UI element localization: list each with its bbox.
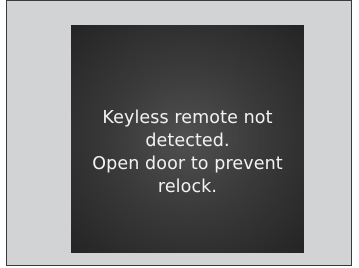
message-line-3: Open door to prevent	[92, 154, 283, 174]
illustration-frame: Keyless remote not detected. Open door t…	[6, 0, 352, 266]
warning-message: Keyless remote not detected. Open door t…	[92, 107, 282, 199]
message-line-2: detected.	[145, 131, 230, 151]
message-line-4: relock.	[157, 177, 218, 197]
message-line-1: Keyless remote not	[102, 108, 273, 128]
instrument-display-screen: Keyless remote not detected. Open door t…	[71, 25, 304, 253]
